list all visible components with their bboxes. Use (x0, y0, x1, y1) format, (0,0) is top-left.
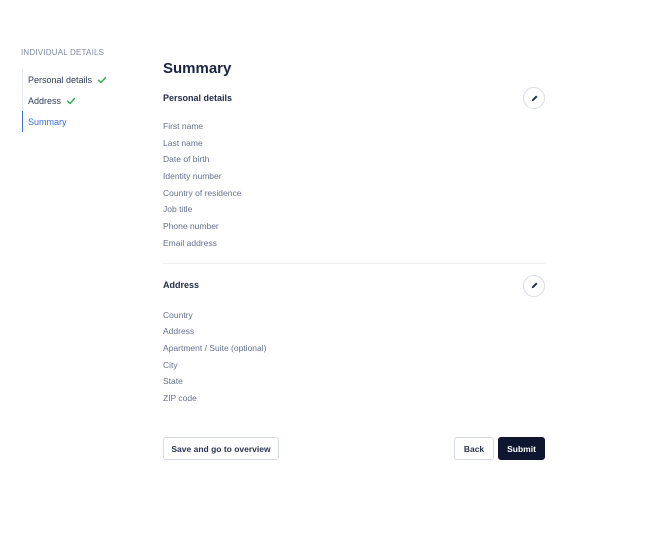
field-label: City (163, 359, 178, 370)
field-label: State (163, 376, 183, 387)
field-label: Email address (163, 237, 217, 248)
address-fields: Country Address Apartment / Suite (optio… (163, 307, 545, 407)
edit-personal-details-button[interactable] (523, 87, 545, 109)
sidebar-item-label: Summary (28, 116, 67, 127)
field-label: Date of birth (163, 154, 210, 165)
address-section: Address Country Address Apartment / Suit… (163, 274, 545, 407)
step-list: Personal details Address Summary (22, 69, 141, 132)
form-footer: Save and go to overview Back Submit (163, 437, 545, 460)
sidebar-item-address[interactable]: Address (23, 90, 141, 111)
section-divider (163, 262, 545, 264)
sidebar-heading: INDIVIDUAL DETAILS (21, 48, 105, 57)
pencil-icon (531, 282, 537, 289)
field-label: Job title (163, 204, 193, 215)
field-label: Address (163, 326, 195, 337)
section-title: Personal details (163, 93, 233, 103)
pencil-icon (531, 95, 537, 101)
submit-button[interactable]: Submit (498, 437, 545, 460)
check-icon (66, 97, 76, 104)
field-label: Phone number (163, 221, 219, 232)
sidebar-item-label: Address (28, 95, 62, 106)
check-icon (97, 76, 107, 83)
sidebar-item-personal-details[interactable]: Personal details (23, 69, 141, 90)
section-title: Address (163, 279, 200, 290)
personal-details-fields: First name Last name Date of birth Ident… (163, 118, 545, 252)
edit-address-button[interactable] (523, 274, 545, 297)
summary-panel: Summary Personal details First name Last… (163, 56, 545, 407)
sidebar-item-summary[interactable]: Summary (22, 111, 141, 132)
field-label: Country (163, 309, 193, 320)
field-label: Identity number (163, 171, 222, 182)
save-and-overview-button[interactable]: Save and go to overview (163, 437, 279, 460)
sidebar: INDIVIDUAL DETAILS Personal details Addr… (21, 48, 141, 132)
personal-details-section: Personal details First name Last name Da… (163, 87, 545, 252)
sidebar-item-label: Personal details (28, 74, 93, 85)
field-label: Apartment / Suite (optional) (163, 342, 267, 353)
page: INDIVIDUAL DETAILS Personal details Addr… (0, 0, 670, 558)
field-label: First name (163, 121, 204, 131)
field-label: ZIP code (163, 392, 197, 403)
field-label: Country of residence (163, 187, 242, 198)
back-button[interactable]: Back (454, 437, 494, 460)
field-label: Last name (163, 137, 203, 148)
page-title: Summary (163, 60, 232, 77)
